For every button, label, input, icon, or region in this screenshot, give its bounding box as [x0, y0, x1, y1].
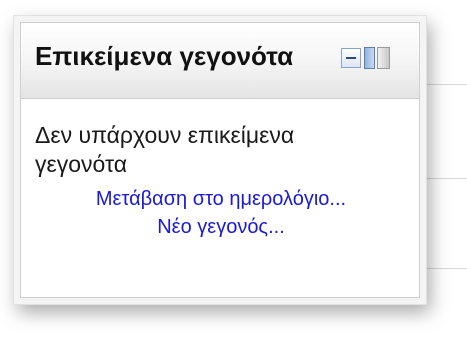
block-controls	[341, 45, 392, 71]
block-title: Επικείμενα γεγονότα	[35, 41, 294, 71]
collapse-minus-icon[interactable]	[341, 48, 361, 68]
go-to-calendar-link[interactable]: Μετάβαση στο ημερολόγιο...	[35, 185, 407, 213]
new-event-link[interactable]: Νέο γεγονός...	[35, 213, 407, 241]
screenshot-stage: Επικείμενα γεγονότα Δεν υπάρχουν επικείμ…	[0, 0, 467, 351]
block-content: Δεν υπάρχουν επικείμενα γεγονότα Μετάβασ…	[21, 99, 419, 241]
upcoming-events-block: Επικείμενα γεγονότα Δεν υπάρχουν επικείμ…	[20, 22, 420, 298]
dock-block-icon[interactable]	[364, 46, 392, 70]
block-footer-links: Μετάβαση στο ημερολόγιο... Νέο γεγονός..…	[35, 185, 407, 241]
background-divider	[420, 178, 467, 179]
dock-icon-right-panel	[377, 47, 390, 69]
background-divider	[420, 84, 467, 85]
background-divider	[420, 268, 467, 269]
dock-icon-left-panel	[364, 47, 375, 69]
no-events-message: Δεν υπάρχουν επικείμενα γεγονότα	[35, 122, 295, 177]
block-header: Επικείμενα γεγονότα	[21, 23, 419, 99]
